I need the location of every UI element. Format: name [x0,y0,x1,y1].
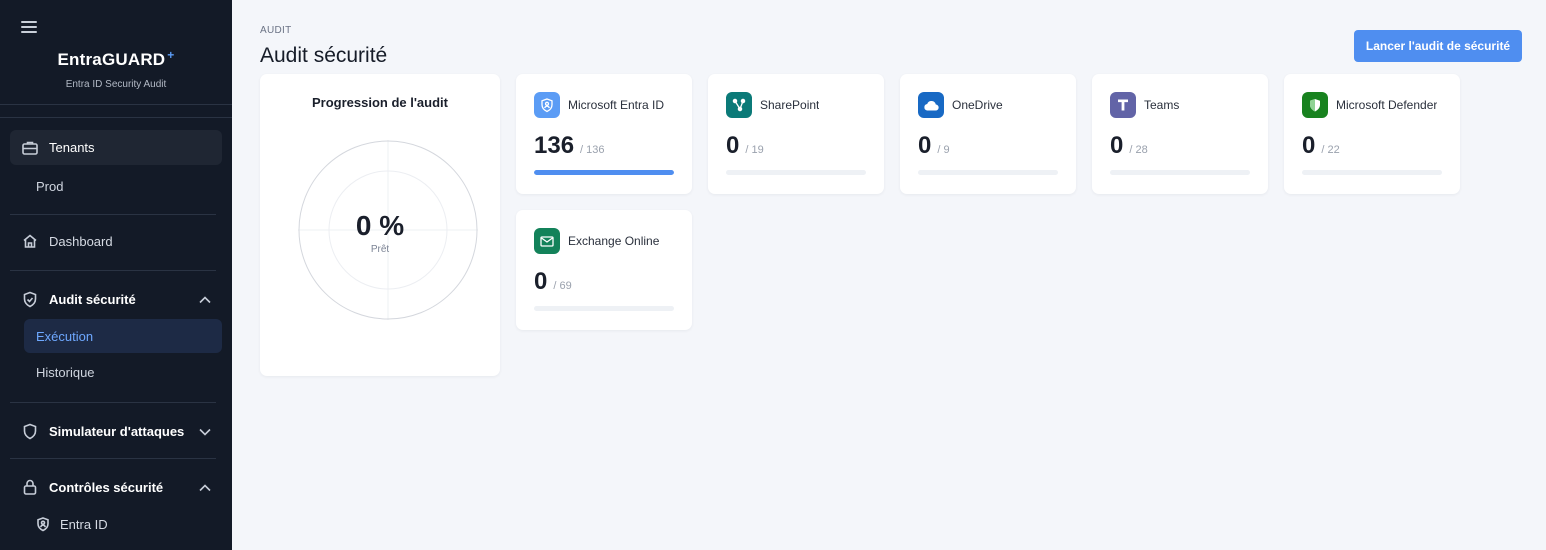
hamburger-menu-icon[interactable] [21,21,37,33]
divider [0,117,232,118]
shield-person-icon [36,515,50,533]
lock-icon [21,478,39,496]
service-name: SharePoint [760,98,820,112]
service-name: Exchange Online [568,234,660,248]
sidebar-item-execution[interactable]: Exécution [24,319,222,353]
sidebar-item-entra-id[interactable]: Entra ID [36,515,108,533]
service-count: 0 [1302,132,1316,159]
mail-icon [534,228,560,254]
service-progress-bar [534,170,674,175]
shield-check-icon [21,290,39,308]
sidebar-section-label: Audit sécurité [49,291,136,307]
service-card-exchange-online[interactable]: Exchange Online 0 / 69 [516,210,692,330]
sidebar-item-label: Entra ID [60,516,108,532]
service-card-entra-id[interactable]: Microsoft Entra ID 136 / 136 [516,74,692,194]
shield-person-icon [534,92,560,118]
sidebar-section-controls[interactable]: Contrôles sécurité [21,477,211,497]
teams-icon [1110,92,1136,118]
service-count: 0 [534,268,548,295]
brand-subtitle: Entra ID Security Audit [65,79,167,90]
progress-card: Progression de l'audit 0 % Prêt [260,74,500,376]
sidebar-section-label: Simulateur d'attaques [49,423,185,439]
sidebar-section-audit[interactable]: Audit sécurité [21,289,211,309]
breadcrumb: AUDIT [260,25,292,36]
service-progress-bar [726,170,866,175]
briefcase-icon [21,139,39,157]
progress-percent: 0 % [355,210,405,241]
service-card-onedrive[interactable]: OneDrive 0 / 9 [900,74,1076,194]
service-count: 0 [918,132,932,159]
divider [0,104,232,105]
progress-title: Progression de l'audit [311,95,448,110]
brand-title: EntraGUARD + [57,48,175,69]
service-name: Microsoft Defender [1336,98,1438,112]
service-progress-bar [534,306,674,311]
service-count: 0 [726,132,740,159]
share-icon [726,92,752,118]
service-total: / 136 [580,144,605,156]
service-name: Microsoft Entra ID [568,98,665,112]
service-count: 136 [534,132,575,159]
shield-icon [1302,92,1328,118]
service-count: 0 [1110,132,1124,159]
service-card-defender[interactable]: Microsoft Defender 0 / 22 [1284,74,1460,194]
service-total: / 9 [937,144,950,156]
sidebar-item-tenants[interactable]: Tenants [10,130,222,165]
service-progress-bar [918,170,1058,175]
sidebar-item-label: Tenants [49,140,95,155]
home-icon [21,232,39,250]
chevron-up-icon [199,480,211,495]
service-name: Teams [1144,98,1180,112]
divider [10,270,216,271]
service-total: / 22 [1321,144,1340,156]
sidebar: EntraGUARD + Entra ID Security Audit Tena… [0,0,232,550]
launch-audit-button[interactable]: Lancer l'audit de sécurité [1354,30,1522,62]
divider [10,458,216,459]
service-progress-fill [534,170,674,175]
brand: EntraGUARD + Entra ID Security Audit [0,48,232,90]
service-name: OneDrive [952,98,1003,112]
sidebar-item-historique[interactable]: Historique [36,365,95,380]
service-card-sharepoint[interactable]: SharePoint 0 / 19 [708,74,884,194]
tenant-prod[interactable]: Prod [36,179,63,194]
progress-status: Prêt [370,244,390,255]
service-total: / 28 [1129,144,1148,156]
cloud-icon [918,92,944,118]
service-progress-bar [1110,170,1250,175]
brand-plus: + [167,48,175,62]
page-title: Audit sécurité [260,44,388,67]
sidebar-section-label: Contrôles sécurité [49,479,164,495]
service-total: / 19 [745,144,764,156]
service-progress-bar [1302,170,1442,175]
chevron-up-icon [199,292,211,307]
shield-icon [21,422,39,440]
sidebar-item-dashboard[interactable]: Dashboard [21,232,113,250]
chevron-down-icon [199,424,211,439]
sidebar-item-label: Dashboard [49,233,113,249]
divider [10,214,216,215]
sidebar-section-simulator[interactable]: Simulateur d'attaques [21,421,211,441]
divider [10,402,216,403]
service-card-teams[interactable]: Teams 0 / 28 [1092,74,1268,194]
service-total: / 69 [553,280,572,292]
